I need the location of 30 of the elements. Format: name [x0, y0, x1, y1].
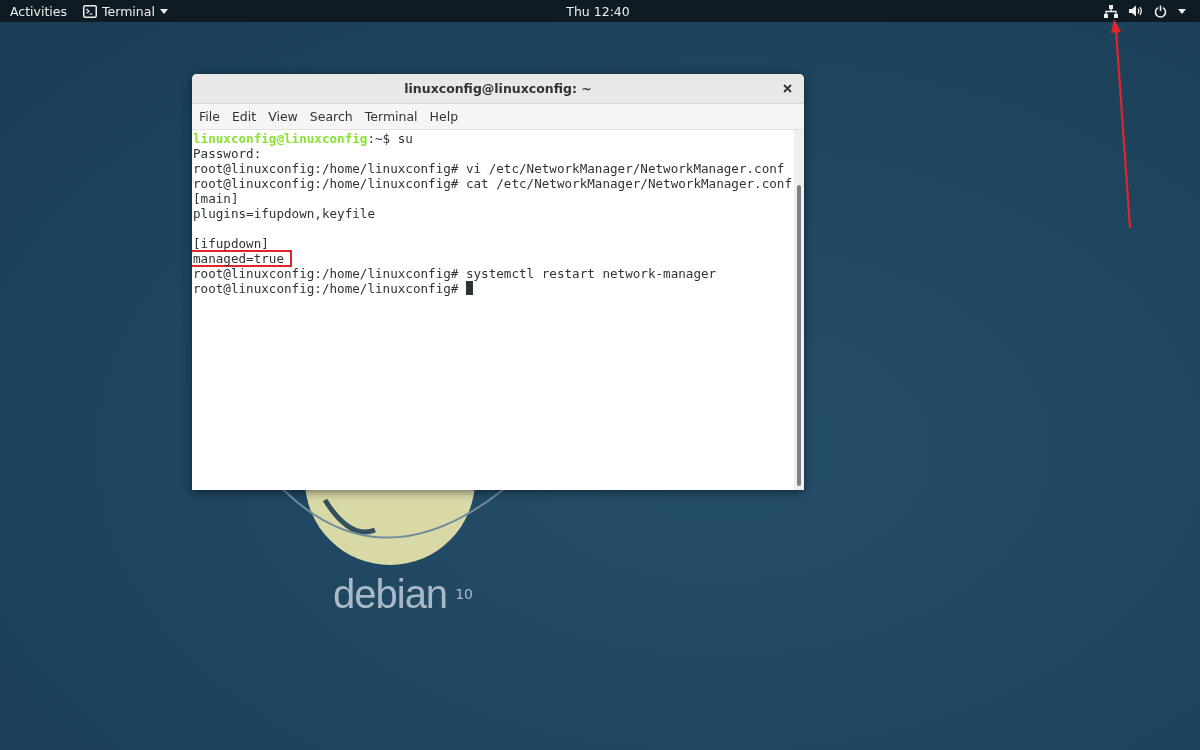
terminal-line: [main] — [193, 191, 239, 206]
clock[interactable]: Thu 12:40 — [566, 3, 630, 19]
window-title: linuxconfig@linuxconfig: ~ — [404, 81, 592, 96]
terminal-line: linuxconfig@linuxconfig:~$ su — [193, 131, 413, 146]
menu-item[interactable]: Search — [304, 109, 358, 124]
menu-item[interactable]: Help — [424, 109, 464, 124]
debian-logo-text: debian — [333, 572, 448, 616]
caret-icon — [159, 8, 168, 14]
activities-button[interactable]: Activities — [10, 3, 68, 19]
menu-item[interactable]: View — [263, 109, 303, 124]
terminal-icon — [83, 4, 98, 18]
network-icon[interactable] — [1104, 4, 1118, 18]
caret-icon[interactable] — [1178, 8, 1186, 14]
power-icon[interactable] — [1154, 4, 1167, 18]
version-number: 10 — [455, 586, 473, 602]
terminal-line: root@linuxconfig:/home/linuxconfig# systemctl restart network-manager — [193, 266, 717, 281]
scrollbar[interactable] — [794, 130, 804, 490]
volume-icon[interactable] — [1129, 5, 1143, 17]
menu-item[interactable]: Edit — [226, 109, 262, 124]
terminal-line: root@linuxconfig:/home/linuxconfig# cat /etc/NetworkManager/NetworkManager.conf — [193, 176, 792, 191]
terminal-line: plugins=ifupdown,keyfile — [193, 206, 375, 221]
menu-item[interactable]: File — [194, 109, 225, 124]
menu-item[interactable]: Terminal — [359, 109, 423, 124]
terminal-line: root@linuxconfig:/home/linuxconfig# — [193, 281, 474, 296]
terminal-line: Password: — [193, 146, 262, 161]
terminal-line: [ifupdown] — [193, 236, 269, 251]
scrollbar-thumb[interactable] — [797, 185, 801, 486]
app-menu[interactable]: Terminal — [83, 3, 168, 19]
close-icon[interactable] — [783, 84, 792, 93]
terminal-line: root@linuxconfig:/home/linuxconfig# vi /etc/NetworkManager/NetworkManager.conf — [193, 161, 785, 176]
